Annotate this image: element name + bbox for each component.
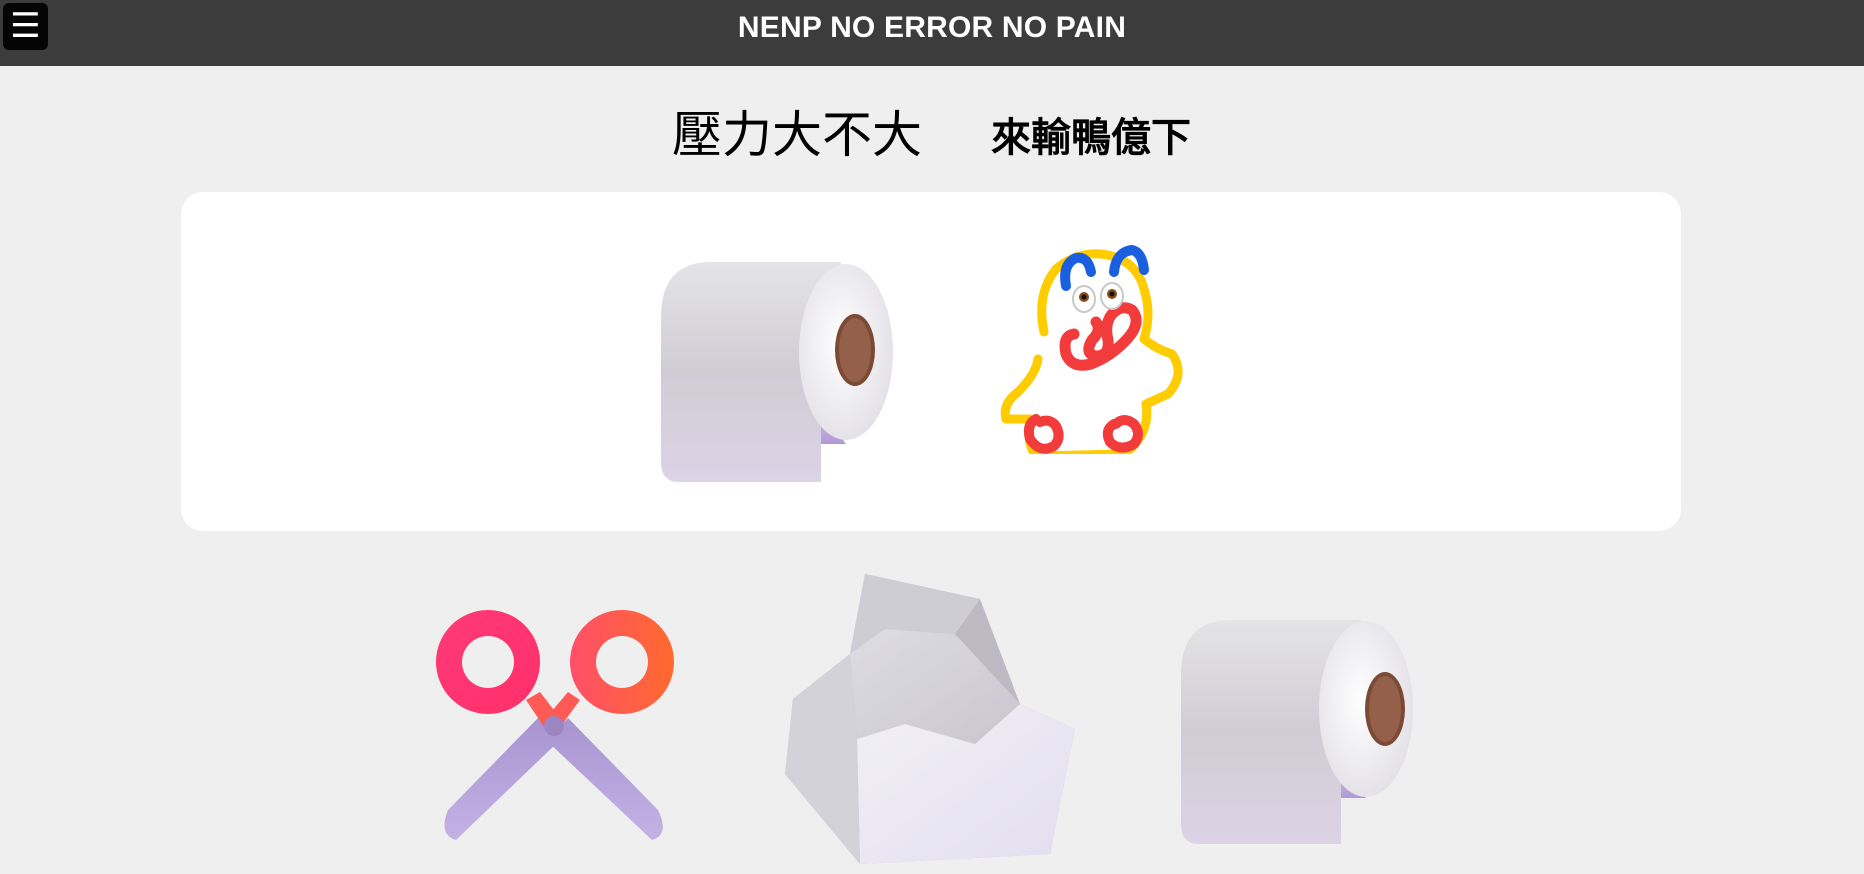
toilet-paper-icon[interactable] xyxy=(1181,620,1441,850)
top-bar: ☰ NENP NO ERROR NO PAIN xyxy=(0,0,1864,66)
stress-heading: 壓力大不大 xyxy=(672,106,922,164)
result-card xyxy=(181,192,1681,531)
rock-icon[interactable] xyxy=(785,574,1075,864)
headings: 壓力大不大 來輸鴨億下 xyxy=(0,100,1864,170)
scissors-icon[interactable] xyxy=(428,600,681,845)
doodle-duck-icon xyxy=(1000,245,1183,454)
app-title: NENP NO ERROR NO PAIN xyxy=(737,11,1127,44)
play-link[interactable]: 來輸鴨億下 xyxy=(991,108,1191,168)
toilet-paper-icon xyxy=(661,262,893,482)
